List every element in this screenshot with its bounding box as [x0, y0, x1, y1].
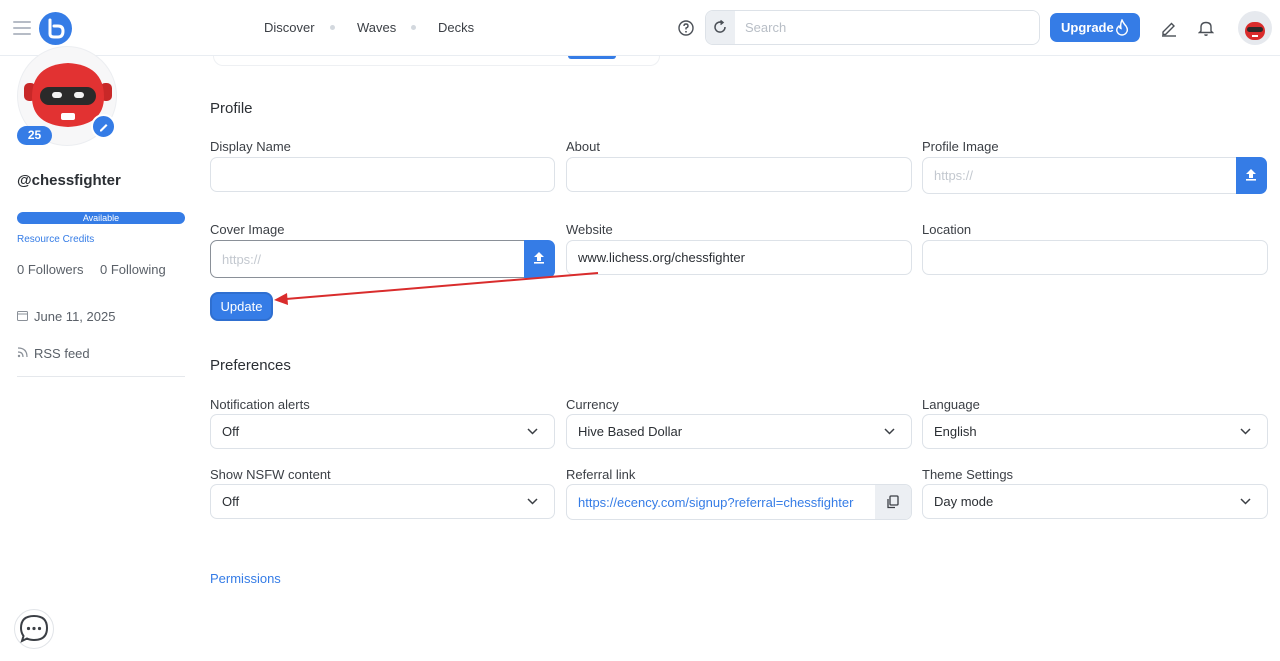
resource-credits-bar: Available	[17, 212, 185, 224]
currency-value: Hive Based Dollar	[578, 424, 683, 439]
edit-icon[interactable]	[1160, 19, 1178, 37]
referral-link-field[interactable]: https://ecency.com/signup?referral=chess…	[566, 484, 912, 520]
language-select[interactable]: English	[922, 414, 1268, 449]
about-input[interactable]	[566, 157, 912, 192]
about-label: About	[566, 139, 600, 154]
followers-count[interactable]: 0 Followers	[17, 262, 83, 277]
profile-image-input[interactable]	[922, 157, 1240, 194]
language-label: Language	[922, 397, 980, 412]
chat-icon[interactable]	[14, 609, 54, 649]
nsfw-value: Off	[222, 494, 240, 509]
profile-image-label: Profile Image	[922, 139, 999, 154]
language-value: English	[934, 424, 977, 439]
referral-link-text[interactable]: https://ecency.com/signup?referral=chess…	[578, 495, 853, 510]
created-date-text: June 11, 2025	[34, 309, 116, 324]
nav-separator	[330, 25, 335, 30]
website-input[interactable]	[566, 240, 912, 275]
help-icon[interactable]	[677, 19, 695, 37]
currency-label: Currency	[566, 397, 619, 412]
rss-feed-text: RSS feed	[34, 346, 90, 361]
created-date: June 11, 2025	[17, 309, 115, 324]
username: @chessfighter	[17, 172, 121, 189]
update-button[interactable]: Update	[210, 292, 273, 321]
theme-select[interactable]: Day mode	[922, 484, 1268, 519]
chevron-down-icon	[527, 498, 538, 505]
profile-sidebar: 25 @chessfighter Available Resource Cred…	[0, 46, 200, 661]
chevron-down-icon	[884, 428, 895, 435]
sidebar-divider	[17, 376, 185, 377]
nav-decks[interactable]: Decks	[438, 20, 474, 35]
nav-discover[interactable]: Discover	[264, 20, 315, 35]
user-avatar[interactable]	[1238, 11, 1272, 45]
display-name-input[interactable]	[210, 157, 555, 192]
previous-card-button[interactable]	[568, 56, 616, 59]
notification-label: Notification alerts	[210, 397, 310, 412]
rss-feed-link[interactable]: RSS feed	[17, 346, 90, 361]
permissions-link[interactable]: Permissions	[210, 571, 281, 586]
fire-icon	[1116, 19, 1129, 36]
theme-label: Theme Settings	[922, 467, 1014, 482]
following-count[interactable]: 0 Following	[100, 262, 166, 277]
display-name-label: Display Name	[210, 139, 291, 154]
bell-icon[interactable]	[1198, 19, 1214, 37]
upgrade-button[interactable]: Upgrade	[1050, 13, 1140, 42]
nsfw-label: Show NSFW content	[210, 467, 331, 482]
upgrade-label: Upgrade	[1061, 20, 1114, 35]
pencil-icon[interactable]	[91, 114, 116, 139]
upload-icon[interactable]	[524, 240, 555, 278]
nav-separator	[411, 25, 416, 30]
menu-icon[interactable]	[13, 21, 31, 35]
nav-waves[interactable]: Waves	[357, 20, 396, 35]
chevron-down-icon	[527, 428, 538, 435]
chevron-down-icon	[1240, 498, 1251, 505]
notification-select[interactable]: Off	[210, 414, 555, 449]
reputation-badge: 25	[17, 126, 52, 145]
profile-section-title: Profile	[210, 100, 253, 117]
nsfw-select[interactable]: Off	[210, 484, 555, 519]
logo-icon[interactable]	[39, 12, 72, 45]
search-input[interactable]	[735, 11, 1039, 44]
cover-image-input[interactable]	[210, 240, 528, 278]
notification-value: Off	[222, 424, 240, 439]
preferences-section-title: Preferences	[210, 357, 291, 374]
currency-select[interactable]: Hive Based Dollar	[566, 414, 912, 449]
chevron-down-icon	[1240, 428, 1251, 435]
theme-value: Day mode	[934, 494, 994, 509]
upload-icon[interactable]	[1236, 157, 1267, 194]
location-label: Location	[922, 222, 972, 237]
resource-credits-link[interactable]: Resource Credits	[17, 234, 94, 245]
search-box	[705, 10, 1040, 45]
refresh-icon[interactable]	[706, 11, 735, 44]
referral-label: Referral link	[566, 467, 636, 482]
copy-icon[interactable]	[875, 485, 911, 519]
location-input[interactable]	[922, 240, 1268, 275]
website-label: Website	[566, 222, 613, 237]
top-bar: Discover Waves Decks Upgrade	[0, 0, 1280, 56]
calendar-icon	[17, 311, 28, 321]
cover-image-label: Cover Image	[210, 222, 285, 237]
rss-icon	[17, 347, 28, 358]
